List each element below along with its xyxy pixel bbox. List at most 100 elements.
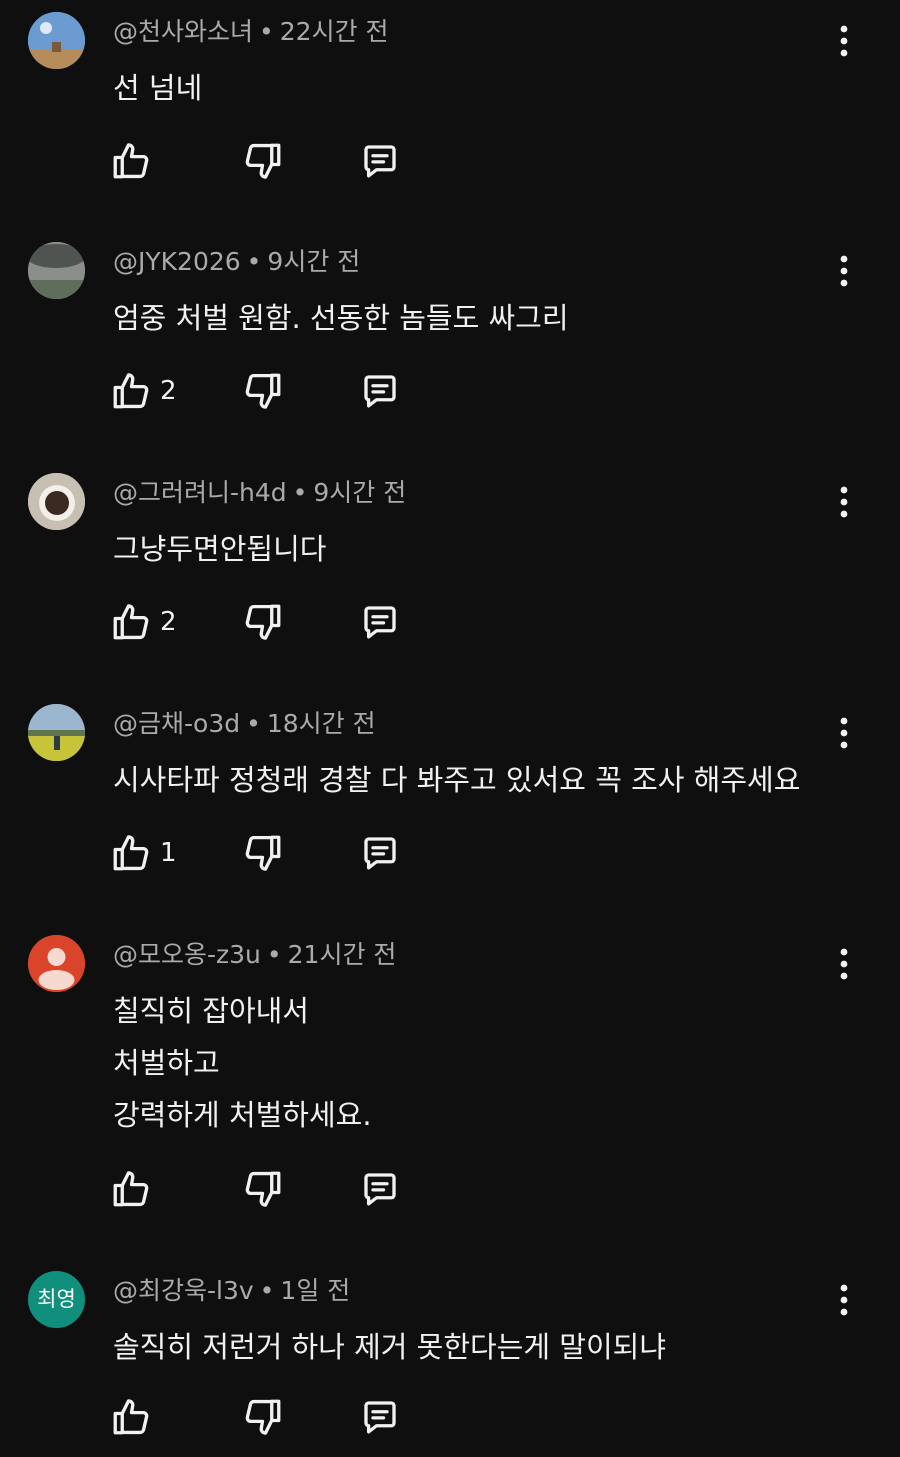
like-button[interactable]: 1 — [110, 831, 177, 875]
reply-button[interactable] — [359, 600, 401, 644]
thumbs-up-icon — [113, 1399, 149, 1435]
separator-dot: • — [259, 1276, 275, 1305]
comment-actions: 1 — [110, 831, 430, 875]
comment-text-line: 선 넘네 — [113, 71, 203, 105]
avatar-image — [28, 473, 85, 530]
avatar[interactable] — [28, 704, 85, 761]
comment-item: @모오옹-z3u • 21시간 전칠직히 잡아내서 처벌하고 강력하게 처벌하세요. — [0, 923, 900, 1259]
more-vert-icon — [840, 948, 848, 980]
thumbs-down-icon — [245, 604, 281, 640]
comment-text-line: 엄중 처벌 원함. 선동한 놈들도 싸그리 — [113, 301, 569, 335]
comment-item: @그러려니-h4d • 9시간 전그냥두면안됩니다 2 — [0, 461, 900, 692]
comment-text: 시사타파 정청래 경찰 다 봐주고 있서요 꼭 조사 해주세요 — [113, 754, 800, 806]
comment-text-line: 강력하게 처벌하세요. — [113, 1098, 372, 1132]
more-options-button[interactable] — [828, 477, 860, 527]
more-options-button[interactable] — [828, 1275, 860, 1325]
like-button[interactable] — [110, 139, 152, 183]
avatar[interactable] — [28, 935, 85, 992]
separator-dot: • — [266, 940, 282, 969]
comment-header: @최강욱-l3v • 1일 전 — [113, 1275, 350, 1307]
author-handle[interactable]: @최강욱-l3v — [113, 1276, 254, 1305]
like-count: 2 — [160, 607, 177, 637]
separator-dot: • — [292, 478, 308, 507]
comment-actions — [110, 139, 430, 183]
avatar-initials: 최영 — [37, 1287, 76, 1311]
thumbs-up-icon — [113, 835, 149, 871]
like-button[interactable]: 2 — [110, 369, 177, 413]
comment-timestamp: 1일 전 — [280, 1276, 351, 1305]
reply-button[interactable] — [359, 831, 401, 875]
dislike-button[interactable] — [242, 831, 284, 875]
comment-text: 선 넘네 — [113, 62, 202, 114]
avatar[interactable] — [28, 12, 85, 69]
separator-dot: • — [259, 17, 274, 46]
thumbs-down-icon — [245, 835, 281, 871]
comment-item: @JYK2026 • 9시간 전엄중 처벌 원함. 선동한 놈들도 싸그리 2 — [0, 230, 900, 461]
comment-item: @금채-o3d • 18시간 전시사타파 정청래 경찰 다 봐주고 있서요 꼭 조사… — [0, 692, 900, 923]
comment-timestamp: 18시간 전 — [266, 709, 376, 738]
thumbs-up-icon — [113, 373, 149, 409]
comment-text-line: 그냥두면안됩니다 — [113, 532, 327, 566]
dislike-button[interactable] — [242, 369, 284, 413]
comment-timestamp: 21시간 전 — [287, 940, 397, 969]
avatar-image — [28, 704, 85, 761]
comment-text-line: 칠직히 잡아내서 — [113, 994, 309, 1028]
reply-button[interactable] — [359, 1395, 401, 1439]
more-options-button[interactable] — [828, 939, 860, 989]
comment-text-line: 시사타파 정청래 경찰 다 봐주고 있서요 꼭 조사 해주세요 — [113, 763, 801, 797]
comment-header: @금채-o3d • 18시간 전 — [113, 708, 376, 740]
comment-reply-icon — [364, 145, 396, 178]
reply-button[interactable] — [359, 369, 401, 413]
comment-header: @모오옹-z3u • 21시간 전 — [113, 939, 396, 971]
reply-button[interactable] — [359, 139, 401, 183]
reply-button[interactable] — [359, 1167, 401, 1211]
comment-header: @그러려니-h4d • 9시간 전 — [113, 477, 406, 509]
separator-dot: • — [246, 247, 262, 276]
comment-text: 칠직히 잡아내서 처벌하고 강력하게 처벌하세요. — [113, 985, 372, 1141]
more-options-button[interactable] — [828, 708, 860, 758]
comment-actions: 2 — [110, 600, 430, 644]
more-vert-icon — [840, 717, 848, 749]
separator-dot: • — [246, 709, 261, 738]
comment-text: 엄중 처벌 원함. 선동한 놈들도 싸그리 — [113, 292, 569, 344]
thumbs-down-icon — [245, 1399, 281, 1435]
comment-actions: 2 — [110, 369, 430, 413]
comment-text: 그냥두면안됩니다 — [113, 523, 326, 575]
more-vert-icon — [840, 255, 848, 287]
like-button[interactable] — [110, 1167, 152, 1211]
more-options-button[interactable] — [828, 16, 860, 66]
thumbs-up-icon — [113, 143, 149, 179]
dislike-button[interactable] — [242, 1167, 284, 1211]
avatar-image — [28, 242, 85, 299]
thumbs-down-icon — [245, 373, 281, 409]
comment-header: @JYK2026 • 9시간 전 — [113, 246, 360, 278]
like-button[interactable] — [110, 1395, 152, 1439]
comment-timestamp: 9시간 전 — [267, 247, 361, 276]
author-handle[interactable]: @그러려니-h4d — [113, 478, 287, 507]
avatar[interactable] — [28, 473, 85, 530]
more-vert-icon — [840, 25, 848, 57]
comment-reply-icon — [364, 375, 396, 408]
dislike-button[interactable] — [242, 139, 284, 183]
comment-timestamp: 22시간 전 — [279, 17, 389, 46]
thumbs-up-icon — [113, 1171, 149, 1207]
dislike-button[interactable] — [242, 1395, 284, 1439]
dislike-button[interactable] — [242, 600, 284, 644]
thumbs-up-icon — [113, 604, 149, 640]
comment-timestamp: 9시간 전 — [313, 478, 407, 507]
like-count: 2 — [160, 376, 177, 406]
more-vert-icon — [840, 486, 848, 518]
comment-actions — [110, 1167, 430, 1211]
more-options-button[interactable] — [828, 246, 860, 296]
avatar[interactable]: 최영 — [28, 1271, 85, 1328]
author-handle[interactable]: @금채-o3d — [113, 709, 240, 738]
person-icon — [28, 935, 85, 992]
author-handle[interactable]: @JYK2026 — [113, 247, 241, 276]
author-handle[interactable]: @모오옹-z3u — [113, 940, 261, 969]
author-handle[interactable]: @천사와소녀 — [113, 17, 253, 46]
comment-actions — [110, 1395, 430, 1439]
avatar-image — [28, 12, 85, 69]
comment-item: 최영 @최강욱-l3v • 1일 전 솔직히 저런거 하나 제거 못한다는게 말이되냐 — [0, 1259, 900, 1457]
like-button[interactable]: 2 — [110, 600, 177, 644]
avatar[interactable] — [28, 242, 85, 299]
